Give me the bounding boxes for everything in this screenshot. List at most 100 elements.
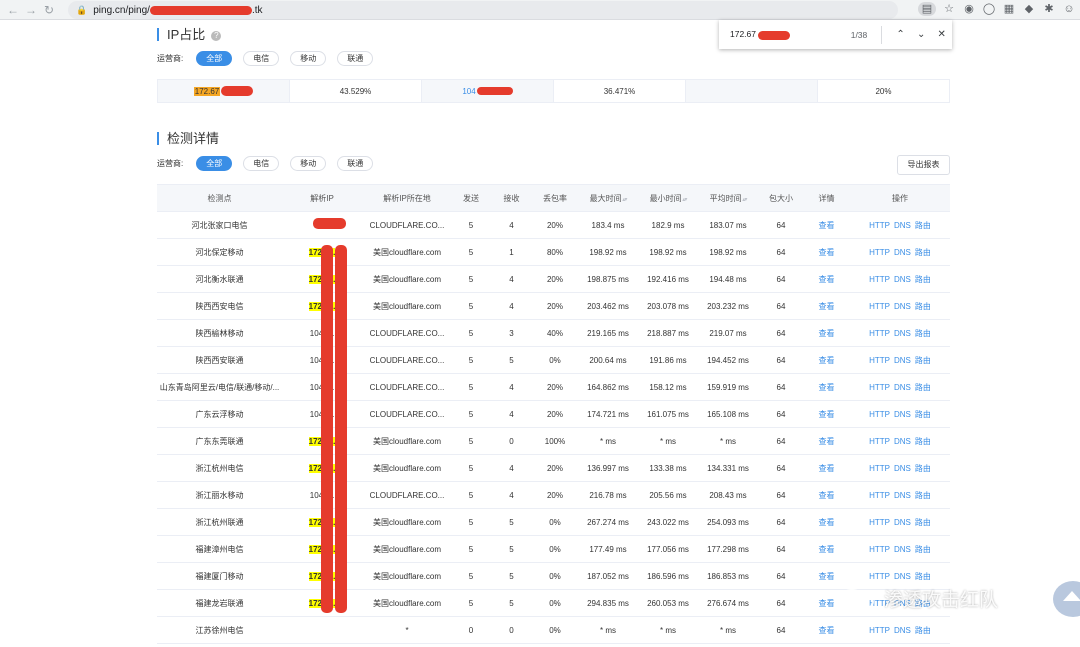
dns-link[interactable]: DNS xyxy=(894,464,911,473)
address-bar[interactable]: 🔒 ping.cn/ping/ .tk xyxy=(68,1,898,19)
http-link[interactable]: HTTP xyxy=(869,545,890,554)
http-link[interactable]: HTTP xyxy=(869,356,890,365)
dns-link[interactable]: DNS xyxy=(894,329,911,338)
extension-circle-icon[interactable]: ◯ xyxy=(982,2,996,16)
cell-location: CLOUDFLARE.CO... xyxy=(362,319,452,347)
reload-icon[interactable]: ↻ xyxy=(40,3,58,17)
http-link[interactable]: HTTP xyxy=(869,248,890,257)
dns-link[interactable]: DNS xyxy=(894,221,911,230)
extension-cookie-icon[interactable]: ◉ xyxy=(962,2,976,16)
cell-recv: 5 xyxy=(490,535,533,563)
dns-link[interactable]: DNS xyxy=(894,491,911,500)
route-link[interactable]: 路由 xyxy=(915,275,931,284)
close-icon[interactable]: ✕ xyxy=(931,29,952,40)
puzzle-icon[interactable]: ✱ xyxy=(1042,2,1056,16)
http-link[interactable]: HTTP xyxy=(869,383,890,392)
profile-icon[interactable]: ☺ xyxy=(1062,2,1076,16)
filter-unicom-button[interactable]: 联通 xyxy=(337,156,374,171)
http-link[interactable]: HTTP xyxy=(869,329,890,338)
http-link[interactable]: HTTP xyxy=(869,626,890,635)
cell-size: 64 xyxy=(759,211,803,239)
route-link[interactable]: 路由 xyxy=(915,518,931,527)
view-link[interactable]: 查看 xyxy=(819,410,835,419)
http-link[interactable]: HTTP xyxy=(869,518,890,527)
route-link[interactable]: 路由 xyxy=(915,626,931,635)
http-link[interactable]: HTTP xyxy=(869,491,890,500)
route-link[interactable]: 路由 xyxy=(915,410,931,419)
view-link[interactable]: 查看 xyxy=(819,599,835,608)
route-link[interactable]: 路由 xyxy=(915,464,931,473)
filter-mobile-button[interactable]: 移动 xyxy=(290,156,327,171)
dns-link[interactable]: DNS xyxy=(894,275,911,284)
back-to-top-button[interactable] xyxy=(1053,581,1080,617)
route-link[interactable]: 路由 xyxy=(915,329,931,338)
view-link[interactable]: 查看 xyxy=(819,221,835,230)
view-link[interactable]: 查看 xyxy=(819,329,835,338)
cell-min: 192.416 ms xyxy=(639,265,697,293)
chevron-up-icon[interactable]: ⌃ xyxy=(890,29,911,40)
filter-all-button[interactable]: 全部 xyxy=(196,156,233,171)
view-link[interactable]: 查看 xyxy=(819,302,835,311)
col-min-sort[interactable]: 最小时间 xyxy=(639,184,697,212)
filter-mobile-button[interactable]: 移动 xyxy=(290,51,327,66)
view-link[interactable]: 查看 xyxy=(819,437,835,446)
dns-link[interactable]: DNS xyxy=(894,248,911,257)
route-link[interactable]: 路由 xyxy=(915,572,931,581)
dns-link[interactable]: DNS xyxy=(894,410,911,419)
view-link[interactable]: 查看 xyxy=(819,626,835,635)
table-header: 检测点 解析IP 解析IP所在地 发送 接收 丢包率 最大时间 最小时间 平均时… xyxy=(157,184,950,212)
chevron-down-icon[interactable]: ⌄ xyxy=(911,29,932,40)
view-link[interactable]: 查看 xyxy=(819,275,835,284)
view-link[interactable]: 查看 xyxy=(819,383,835,392)
star-icon[interactable]: ☆ xyxy=(942,2,956,16)
route-link[interactable]: 路由 xyxy=(915,491,931,500)
view-link[interactable]: 查看 xyxy=(819,491,835,500)
filter-telecom-button[interactable]: 电信 xyxy=(243,51,280,66)
route-link[interactable]: 路由 xyxy=(915,383,931,392)
route-link[interactable]: 路由 xyxy=(915,437,931,446)
route-link[interactable]: 路由 xyxy=(915,545,931,554)
dns-link[interactable]: DNS xyxy=(894,356,911,365)
view-link[interactable]: 查看 xyxy=(819,572,835,581)
cell-loss: 20% xyxy=(533,211,577,239)
view-link[interactable]: 查看 xyxy=(819,545,835,554)
dns-link[interactable]: DNS xyxy=(894,383,911,392)
route-link[interactable]: 路由 xyxy=(915,302,931,311)
view-link[interactable]: 查看 xyxy=(819,518,835,527)
col-max-sort[interactable]: 最大时间 xyxy=(577,184,639,212)
dns-link[interactable]: DNS xyxy=(894,437,911,446)
page-icon[interactable]: ▤ xyxy=(918,2,936,16)
http-link[interactable]: HTTP xyxy=(869,275,890,284)
http-link[interactable]: HTTP xyxy=(869,464,890,473)
forward-icon[interactable]: → xyxy=(22,3,40,17)
filter-all-button[interactable]: 全部 xyxy=(196,51,233,66)
extension-shield-icon[interactable]: ◆ xyxy=(1022,2,1036,16)
filter-unicom-button[interactable]: 联通 xyxy=(337,51,374,66)
col-avg-sort[interactable]: 平均时间 xyxy=(697,184,759,212)
route-link[interactable]: 路由 xyxy=(915,356,931,365)
ratio-ip-link[interactable]: 104 xyxy=(462,87,475,96)
cell-sent: 5 xyxy=(452,211,490,239)
back-icon[interactable]: ← xyxy=(4,3,22,17)
route-link[interactable]: 路由 xyxy=(915,248,931,257)
view-link[interactable]: 查看 xyxy=(819,248,835,257)
find-input[interactable]: 172.67 xyxy=(730,29,828,40)
help-icon[interactable]: ? xyxy=(211,31,222,41)
dns-link[interactable]: DNS xyxy=(894,518,911,527)
dns-link[interactable]: DNS xyxy=(894,626,911,635)
cell-recv: 4 xyxy=(490,400,533,428)
http-link[interactable]: HTTP xyxy=(869,302,890,311)
http-link[interactable]: HTTP xyxy=(869,410,890,419)
route-link[interactable]: 路由 xyxy=(915,221,931,230)
http-link[interactable]: HTTP xyxy=(869,437,890,446)
http-link[interactable]: HTTP xyxy=(869,221,890,230)
dns-link[interactable]: DNS xyxy=(894,572,911,581)
export-report-button[interactable]: 导出报表 xyxy=(897,155,950,175)
view-link[interactable]: 查看 xyxy=(819,356,835,365)
filter-telecom-button[interactable]: 电信 xyxy=(243,156,280,171)
http-link[interactable]: HTTP xyxy=(869,572,890,581)
dns-link[interactable]: DNS xyxy=(894,302,911,311)
extension-grid-icon[interactable]: ▦ xyxy=(1002,2,1016,16)
view-link[interactable]: 查看 xyxy=(819,464,835,473)
dns-link[interactable]: DNS xyxy=(894,545,911,554)
